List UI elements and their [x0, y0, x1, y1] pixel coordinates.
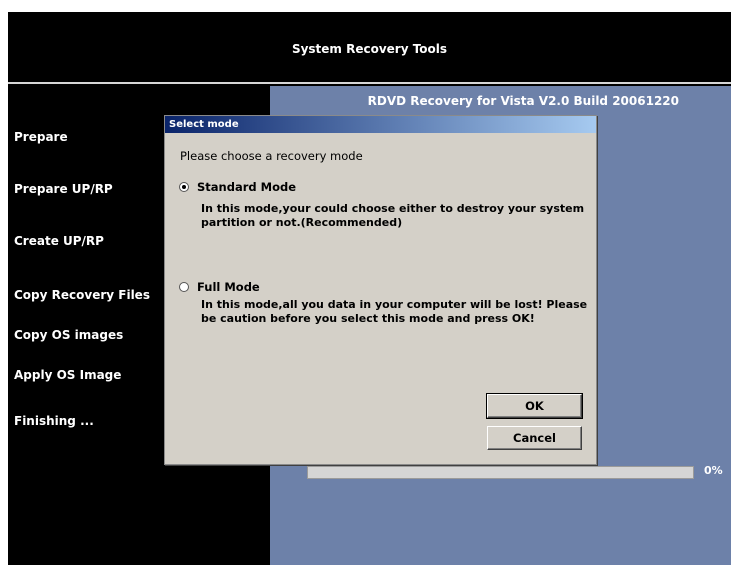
- standard-mode-option[interactable]: Standard Mode: [179, 180, 296, 194]
- dialog-title: Select mode: [165, 116, 596, 133]
- radio-unchecked-icon[interactable]: [179, 282, 189, 292]
- dialog-prompt: Please choose a recovery mode: [180, 149, 363, 163]
- step-create-up-rp: Create UP/RP: [14, 234, 104, 248]
- full-mode-description: In this mode,all you data in your comput…: [201, 298, 587, 326]
- step-copy-os-images: Copy OS images: [14, 328, 124, 342]
- build-info: RDVD Recovery for Vista V2.0 Build 20061…: [367, 94, 679, 108]
- standard-mode-label: Standard Mode: [197, 180, 297, 194]
- standard-desc-line1: In this mode,your could choose either to…: [201, 202, 585, 215]
- full-mode-option[interactable]: Full Mode: [179, 280, 260, 294]
- radio-checked-icon[interactable]: [179, 182, 189, 192]
- cancel-button[interactable]: Cancel: [487, 426, 582, 450]
- full-desc-line1: In this mode,all you data in your comput…: [201, 298, 588, 311]
- step-finishing: Finishing ...: [14, 414, 94, 428]
- standard-desc-line2: partition or not.(Recommended): [201, 216, 403, 229]
- ok-button[interactable]: OK: [486, 393, 583, 419]
- progress-percent: 0%: [704, 464, 723, 477]
- step-prepare-up-rp: Prepare UP/RP: [14, 182, 113, 196]
- title-bar: System Recovery Tools: [8, 12, 731, 84]
- step-copy-recovery-files: Copy Recovery Files: [14, 288, 150, 302]
- progress-bar: [307, 466, 694, 479]
- step-prepare: Prepare: [14, 130, 68, 144]
- select-mode-dialog: Select mode Please choose a recovery mod…: [164, 115, 597, 465]
- full-desc-line2: be caution before you select this mode a…: [201, 312, 535, 325]
- full-mode-label: Full Mode: [197, 280, 260, 294]
- window-title: System Recovery Tools: [291, 42, 448, 56]
- standard-mode-description: In this mode,your could choose either to…: [201, 202, 584, 230]
- step-apply-os-image: Apply OS Image: [14, 368, 122, 382]
